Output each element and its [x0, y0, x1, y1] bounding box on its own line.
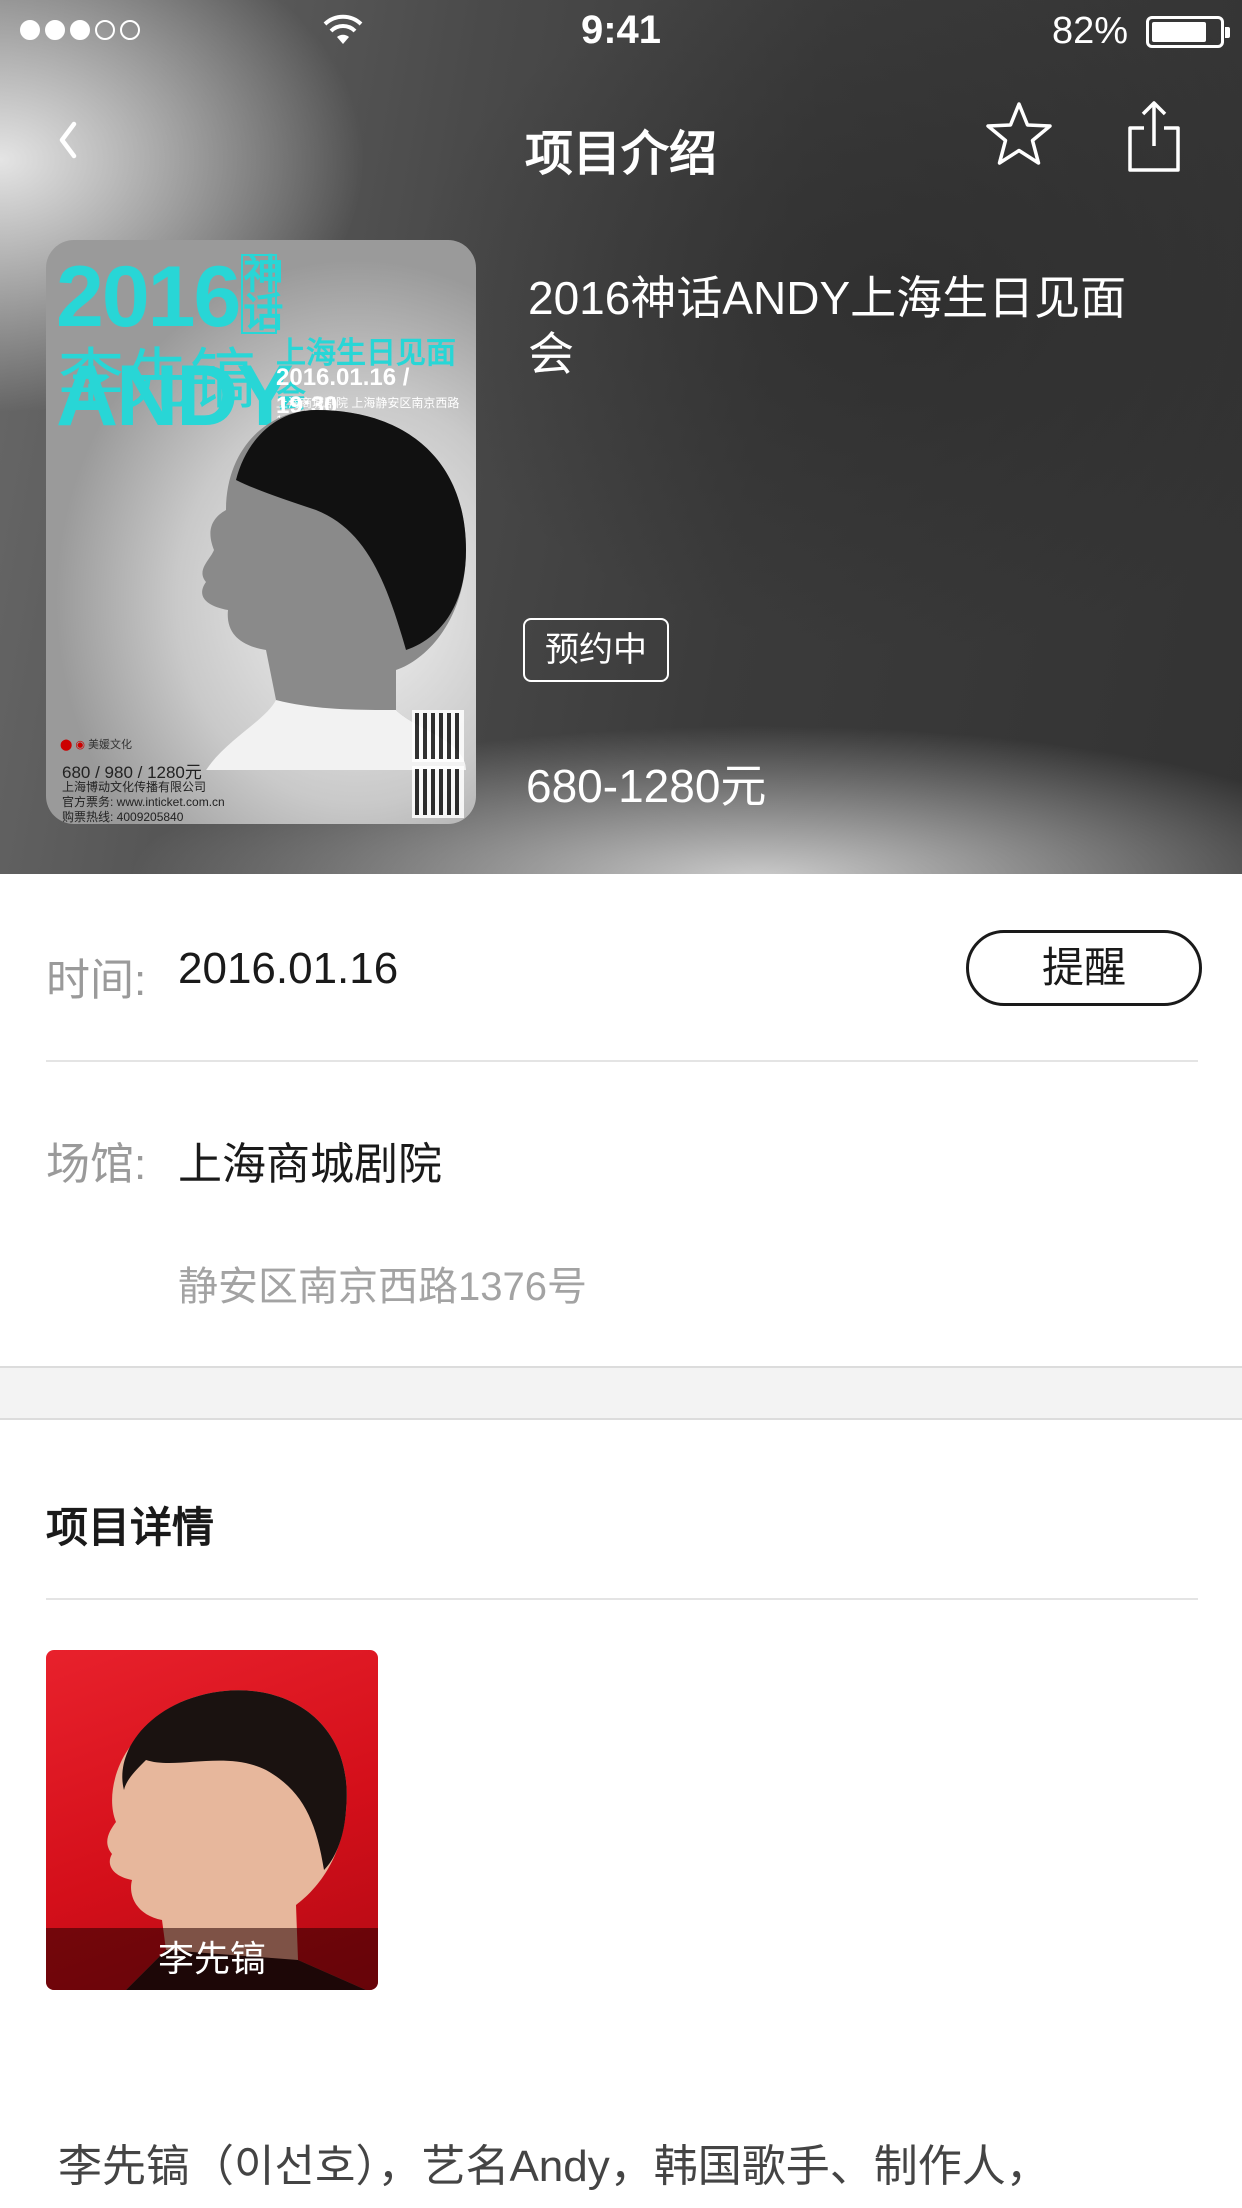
poster-sponsor-logos: ⬤ ◉ 美媛文化 — [60, 739, 133, 751]
nav-bar: 项目介绍 — [0, 90, 1242, 190]
share-icon[interactable] — [1126, 98, 1182, 174]
remind-button[interactable]: 提醒 — [966, 930, 1202, 1006]
status-badge: 预约中 — [523, 618, 669, 682]
star-icon[interactable] — [984, 100, 1054, 170]
artist-card[interactable]: 李先镐 — [46, 1650, 378, 1990]
event-title: 2016神话ANDY上海生日见面会 — [528, 272, 1127, 380]
poster-artist-name: 李先镐 — [58, 342, 256, 416]
battery-icon — [1146, 16, 1230, 48]
event-poster[interactable]: 2016 神话ANDY 李先镐 上海生日见面会 2016.01.16 / 19:3… — [46, 240, 476, 824]
section-separator — [0, 1366, 1242, 1420]
battery-percent: 82% — [1051, 10, 1128, 52]
venue-label: 场馆: — [46, 1140, 147, 1189]
section-title-details: 项目详情 — [46, 1504, 215, 1551]
price-range: 680-1280元 — [526, 760, 767, 812]
artist-name: 李先镐 — [46, 1928, 378, 1990]
status-bar: 9:41 82% — [0, 0, 1242, 62]
time-value: 2016.01.16 — [178, 944, 399, 993]
qr-code-icon — [412, 766, 464, 818]
artist-bio: 李先镐（이선호），艺名Andy，韩国歌手、制作人， — [58, 2142, 1050, 2191]
divider — [46, 1598, 1198, 1600]
venue-address[interactable]: 静安区南京西路1376号 — [178, 1254, 587, 1312]
poster-vertical-text: 神话 — [241, 253, 283, 335]
page-title: 项目介绍 — [524, 128, 717, 181]
hero-header: 9:41 82% 项目介绍 2016 神话ANDY 李先镐 上海生日见面会 201… — [0, 0, 1242, 874]
poster-organizer-info: 上海博动文化传播有限公司 官方票务: www.inticket.com.cn 购… — [62, 780, 225, 824]
qr-code-icon — [412, 710, 464, 762]
divider — [46, 1060, 1198, 1062]
time-label: 时间: — [46, 956, 147, 1005]
venue-name[interactable]: 上海商城剧院 — [178, 1128, 442, 1192]
